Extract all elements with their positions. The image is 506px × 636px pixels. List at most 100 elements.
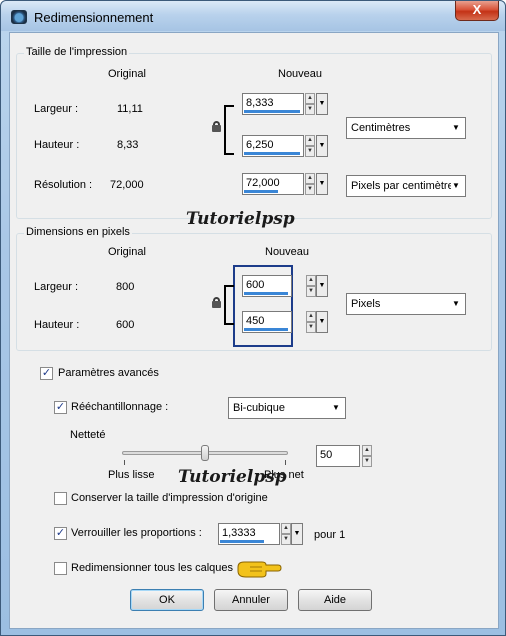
sharpness-slider[interactable] xyxy=(122,443,288,467)
help-button[interactable]: Aide xyxy=(298,589,372,611)
pixel-lock-icon[interactable] xyxy=(212,297,221,308)
keep-print-size-checkbox[interactable] xyxy=(54,492,67,505)
print-width-dropdown-button[interactable]: ▼ xyxy=(316,93,328,115)
resample-method-value: Bi-cubique xyxy=(233,402,285,414)
resolution-label: Résolution : xyxy=(34,179,93,191)
pixel-new-header: Nouveau xyxy=(265,246,310,258)
pixel-unit-select[interactable]: Pixels ▼ xyxy=(346,293,466,315)
resolution-input[interactable]: 72,000 xyxy=(242,173,304,195)
ratio-spinner[interactable]: ▲ ▼ xyxy=(281,523,291,545)
print-width-label: Largeur : xyxy=(34,103,79,115)
resolution-value: 72,000 xyxy=(246,177,280,189)
pixel-unit-value: Pixels xyxy=(351,298,381,310)
resize-all-layers-label: Redimensionner tous les calques xyxy=(71,562,234,574)
print-unit-select[interactable]: Centimètres ▼ xyxy=(346,117,466,139)
slider-tick xyxy=(124,460,125,465)
print-unit-value: Centimètres xyxy=(351,122,411,134)
keep-print-size-label: Conserver la taille d'impression d'origi… xyxy=(71,492,268,504)
print-height-input[interactable]: 6,250 xyxy=(242,135,304,157)
resample-label: Rééchantillonnage : xyxy=(71,401,169,413)
app-icon xyxy=(11,10,27,24)
pixel-height-value: 450 xyxy=(246,315,265,327)
slider-thumb[interactable] xyxy=(201,445,209,461)
print-width-original: 11,11 xyxy=(117,103,143,115)
spin-up-icon[interactable]: ▲ xyxy=(305,135,315,146)
title-bar[interactable]: Redimensionnement X xyxy=(1,1,505,31)
spin-up-icon[interactable]: ▲ xyxy=(362,445,372,456)
resize-dialog: Redimensionnement X Taille de l'impressi… xyxy=(0,0,506,636)
ok-button[interactable]: OK xyxy=(130,589,204,611)
print-height-label: Hauteur : xyxy=(34,139,80,151)
pixel-link-bracket xyxy=(224,285,234,325)
pixel-width-bar xyxy=(244,292,288,295)
spin-down-icon[interactable]: ▼ xyxy=(305,146,315,157)
sharpness-label: Netteté xyxy=(70,429,106,441)
pixel-width-input[interactable]: 600 xyxy=(242,275,292,297)
print-link-bracket xyxy=(224,105,234,155)
close-button[interactable]: X xyxy=(455,1,499,21)
pixel-height-input[interactable]: 450 xyxy=(242,311,292,333)
sharpness-spinner[interactable]: ▲ ▼ xyxy=(362,445,372,467)
chevron-down-icon: ▼ xyxy=(332,403,340,412)
pixel-height-original: 600 xyxy=(116,319,135,331)
pixel-width-dropdown-button[interactable]: ▼ xyxy=(316,275,328,297)
print-width-value: 8,333 xyxy=(246,97,274,109)
cancel-button[interactable]: Annuler xyxy=(214,589,288,611)
spin-up-icon[interactable]: ▲ xyxy=(305,93,315,104)
watermark-text: Tutorielpsp xyxy=(178,467,287,487)
pixel-height-dropdown-button[interactable]: ▼ xyxy=(316,311,328,333)
resample-method-select[interactable]: Bi-cubique ▼ xyxy=(228,397,346,419)
resolution-unit-value: Pixels par centimètre xyxy=(351,180,451,192)
spin-down-icon[interactable]: ▼ xyxy=(305,184,315,195)
spin-up-icon[interactable]: ▲ xyxy=(305,173,315,184)
pixel-height-spinner[interactable]: ▲ ▼ xyxy=(306,311,316,333)
advanced-checkbox[interactable]: ✓ xyxy=(40,367,53,380)
resolution-bar xyxy=(244,190,278,193)
print-original-header: Original xyxy=(108,68,146,80)
resolution-unit-select[interactable]: Pixels par centimètre ▼ xyxy=(346,175,466,197)
spin-down-icon[interactable]: ▼ xyxy=(306,286,316,297)
spin-down-icon[interactable]: ▼ xyxy=(362,456,372,467)
spin-up-icon[interactable]: ▲ xyxy=(306,311,316,322)
chevron-down-icon: ▼ xyxy=(452,299,460,308)
spin-down-icon[interactable]: ▼ xyxy=(305,104,315,115)
resolution-dropdown-button[interactable]: ▼ xyxy=(316,173,328,195)
ratio-input[interactable]: 1,3333 xyxy=(218,523,280,545)
resolution-spinner[interactable]: ▲ ▼ xyxy=(305,173,315,195)
spin-up-icon[interactable]: ▲ xyxy=(281,523,291,534)
pixel-width-original: 800 xyxy=(116,281,135,293)
pixel-dims-group-label: Dimensions en pixels xyxy=(24,226,132,238)
pixel-height-label: Hauteur : xyxy=(34,319,80,331)
spin-up-icon[interactable]: ▲ xyxy=(306,275,316,286)
print-width-spinner[interactable]: ▲ ▼ xyxy=(305,93,315,115)
print-width-bar xyxy=(244,110,300,113)
print-size-group-label: Taille de l'impression xyxy=(24,46,130,58)
spin-down-icon[interactable]: ▼ xyxy=(281,534,291,545)
print-width-input[interactable]: 8,333 xyxy=(242,93,304,115)
resolution-original: 72,000 xyxy=(110,179,144,191)
watermark-text: Tutorielpsp xyxy=(186,209,295,229)
print-height-value: 6,250 xyxy=(246,139,274,151)
print-height-bar xyxy=(244,152,300,155)
print-lock-icon[interactable] xyxy=(212,121,221,132)
sharpness-input[interactable]: 50 xyxy=(316,445,360,467)
lock-ratio-checkbox[interactable]: ✓ xyxy=(54,527,67,540)
slider-tick xyxy=(285,460,286,465)
advanced-label: Paramètres avancés xyxy=(58,367,159,379)
print-height-original: 8,33 xyxy=(117,139,139,151)
slider-left-label: Plus lisse xyxy=(108,469,155,481)
chevron-down-icon: ▼ xyxy=(452,123,460,132)
ratio-dropdown-button[interactable]: ▼ xyxy=(291,523,303,545)
spin-down-icon[interactable]: ▼ xyxy=(306,322,316,333)
print-height-spinner[interactable]: ▲ ▼ xyxy=(305,135,315,157)
pixel-width-value: 600 xyxy=(246,279,265,291)
sharpness-value: 50 xyxy=(320,449,333,461)
resize-all-layers-checkbox[interactable] xyxy=(54,562,67,575)
lock-ratio-label: Verrouiller les proportions : xyxy=(71,527,202,539)
print-height-dropdown-button[interactable]: ▼ xyxy=(316,135,328,157)
pixel-width-spinner[interactable]: ▲ ▼ xyxy=(306,275,316,297)
dialog-body: Taille de l'impression Original Nouveau … xyxy=(9,32,499,629)
ratio-bar xyxy=(220,540,264,543)
print-new-header: Nouveau xyxy=(278,68,323,80)
resample-checkbox[interactable]: ✓ xyxy=(54,401,67,414)
